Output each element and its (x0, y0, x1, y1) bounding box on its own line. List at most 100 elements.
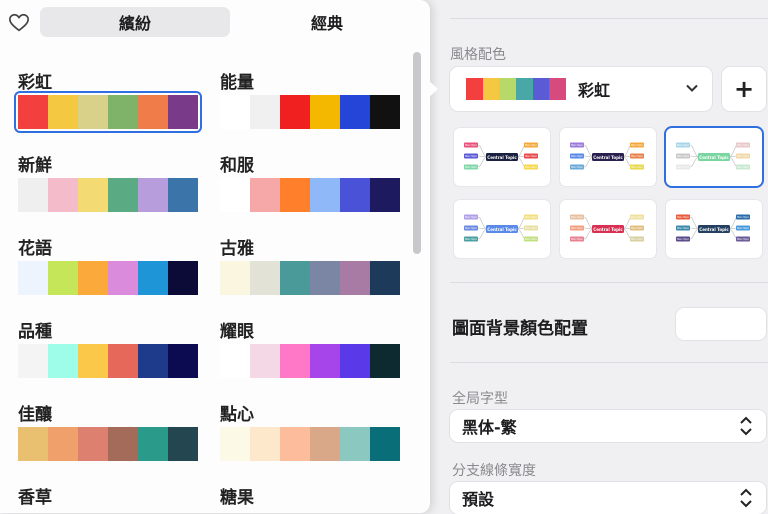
swatch-color (549, 78, 566, 100)
divider (450, 18, 768, 19)
svg-text:Main Topic: Main Topic (571, 238, 584, 241)
svg-text:Main Topic: Main Topic (737, 227, 750, 230)
add-palette-button[interactable]: + (722, 67, 766, 111)
swatch-color (138, 427, 168, 461)
svg-text:Main Topic: Main Topic (677, 144, 690, 147)
swatch-color (18, 178, 48, 212)
theme-thumbnail[interactable]: Central Topic Main Topic Main Topic Main To… (560, 200, 656, 258)
swatch-color (18, 344, 48, 378)
swatch-color (48, 261, 78, 295)
tab-colorful[interactable]: 繽紛 (40, 7, 230, 37)
svg-text:Main Topic: Main Topic (631, 155, 644, 158)
svg-text:Main Topic: Main Topic (571, 144, 584, 147)
background-color-well[interactable] (676, 308, 766, 340)
font-label: 全局字型 (452, 391, 508, 407)
swatch-color (466, 78, 483, 100)
swatch-color (250, 178, 280, 212)
svg-text:Main Topic: Main Topic (737, 166, 750, 169)
svg-text:Main Topic: Main Topic (737, 216, 750, 219)
swatch-color (78, 427, 108, 461)
svg-text:Central Topic: Central Topic (593, 227, 623, 232)
swatch-color (340, 178, 370, 212)
swatch-color (220, 344, 250, 378)
svg-text:Main Topic: Main Topic (525, 155, 538, 158)
swatch-color (18, 261, 48, 295)
tab-classic[interactable]: 經典 (232, 7, 422, 37)
svg-text:Main Topic: Main Topic (631, 216, 644, 219)
swatch-color (168, 178, 198, 212)
palette-name: 香草 (18, 488, 52, 508)
swatch-color (250, 95, 280, 129)
palette-swatch-7[interactable] (18, 344, 198, 378)
palette-swatch-8[interactable] (220, 344, 400, 378)
chevron-down-icon (686, 82, 698, 97)
swatch-color (310, 178, 340, 212)
theme-thumbnail[interactable]: Central Topic Main Topic Main Topic Main To… (454, 200, 550, 258)
svg-text:Main Topic: Main Topic (737, 238, 750, 241)
up-down-chevron-icon (740, 487, 752, 509)
swatch-color (78, 261, 108, 295)
swatch-color (138, 178, 168, 212)
svg-text:Main Topic: Main Topic (571, 166, 584, 169)
palette-swatch-4[interactable] (220, 178, 400, 212)
swatch-color (220, 427, 250, 461)
theme-thumbnail[interactable]: Central Topic Main Topic Main Topic Main To… (666, 200, 762, 258)
swatch-color (482, 78, 500, 100)
svg-text:Main Topic: Main Topic (677, 155, 690, 158)
swatch-color (280, 178, 310, 212)
swatch-color (108, 261, 138, 295)
font-select-value: 黑体-繁 (462, 418, 517, 437)
theme-thumbnail[interactable]: Central Topic Main Topic Main Topic Main To… (560, 128, 656, 186)
swatch-color (532, 78, 550, 100)
swatch-color (280, 344, 310, 378)
palette-select-value: 彩虹 (578, 81, 611, 100)
swatch-color (18, 427, 48, 461)
svg-text:Main Topic: Main Topic (525, 216, 538, 219)
swatch-color (220, 261, 250, 295)
divider (450, 282, 768, 283)
swatch-color (340, 95, 370, 129)
palette-swatch-3[interactable] (18, 178, 198, 212)
swatch-color (48, 427, 78, 461)
swatch-color (310, 95, 340, 129)
swatch-color (48, 344, 78, 378)
swatch-color (499, 78, 517, 100)
svg-text:Central Topic: Central Topic (487, 155, 517, 160)
svg-text:Main Topic: Main Topic (525, 144, 538, 147)
scrollbar-thumb[interactable] (413, 52, 421, 254)
palette-swatch-6[interactable] (220, 261, 400, 295)
theme-thumbnail[interactable]: Central Topic Main Topic Main Topic Main To… (666, 128, 762, 186)
swatch-color (516, 78, 533, 100)
svg-text:Main Topic: Main Topic (677, 166, 690, 169)
branch-width-label: 分支線條寬度 (452, 463, 536, 479)
svg-text:Main Topic: Main Topic (465, 155, 478, 158)
palette-name: 彩虹 (18, 73, 52, 93)
palette-swatch-2[interactable] (220, 95, 400, 129)
palette-select[interactable]: 彩虹 (450, 67, 712, 111)
font-select[interactable]: 黑体-繁 (450, 410, 766, 442)
svg-text:Central Topic: Central Topic (699, 227, 729, 232)
swatch-color (168, 261, 198, 295)
palette-swatch-9[interactable] (18, 427, 198, 461)
palette-category-tabs: 繽紛 經典 (40, 7, 422, 37)
selected-palette-ring (14, 91, 202, 133)
swatch-color (78, 178, 108, 212)
theme-thumbnail[interactable]: Central Topic Main Topic Main Topic Main To… (454, 128, 550, 186)
svg-text:Central Topic: Central Topic (593, 155, 623, 160)
palette-swatch-5[interactable] (18, 261, 198, 295)
palette-name: 新鮮 (18, 156, 52, 176)
palette-name: 能量 (220, 73, 254, 93)
heart-icon[interactable] (8, 12, 30, 34)
palette-name: 品種 (18, 322, 52, 342)
palette-name: 和服 (220, 156, 254, 176)
up-down-chevron-icon (740, 415, 752, 437)
branch-width-select[interactable]: 預設 (450, 482, 766, 514)
swatch-color (48, 178, 78, 212)
swatch-color (370, 261, 400, 295)
swatch-color (310, 261, 340, 295)
svg-text:Main Topic: Main Topic (465, 166, 478, 169)
swatch-color (250, 261, 280, 295)
svg-text:Main Topic: Main Topic (525, 227, 538, 230)
current-palette-swatch (466, 78, 566, 100)
palette-swatch-10[interactable] (220, 427, 400, 461)
